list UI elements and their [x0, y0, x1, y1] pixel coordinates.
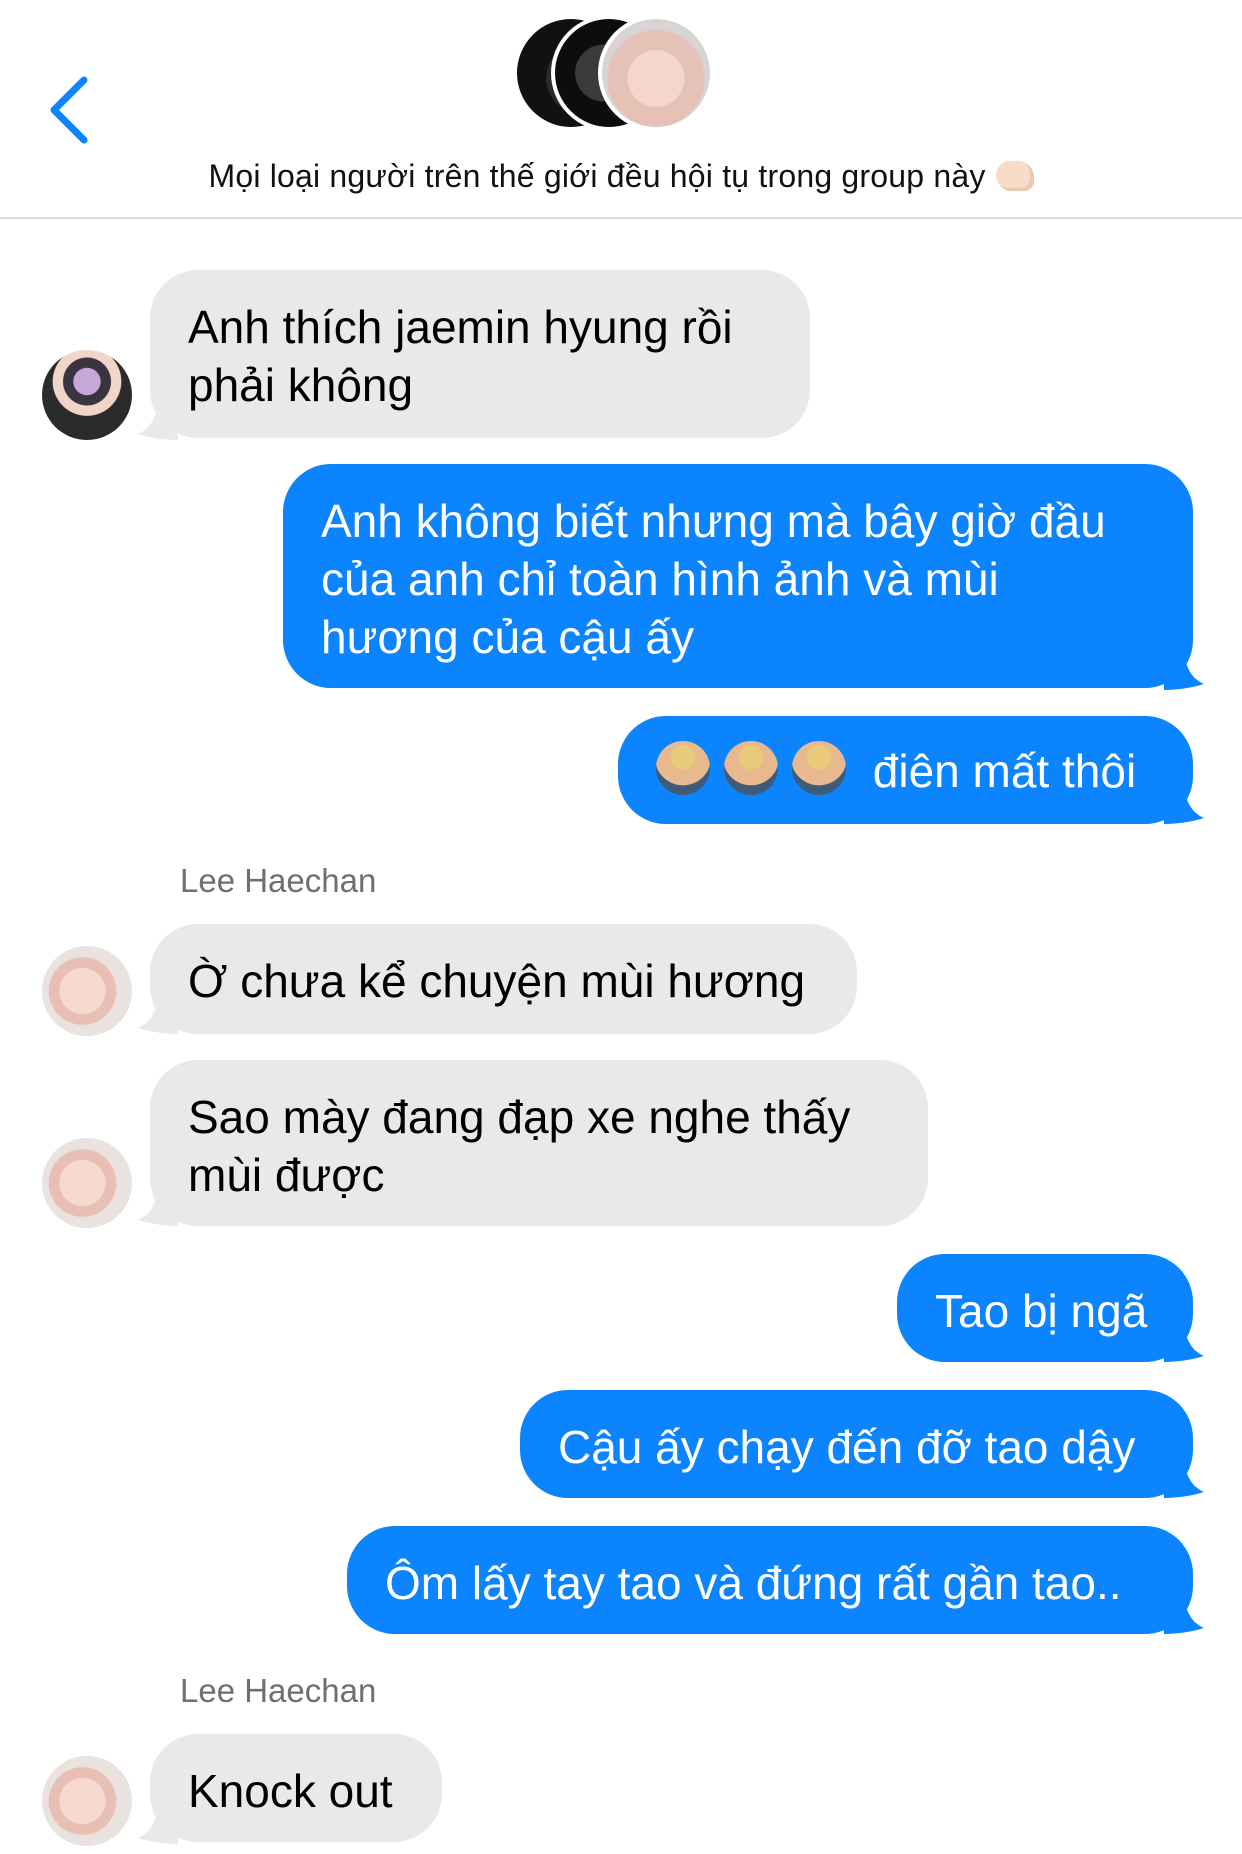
group-title-text: Mọi loại người trên thế giới đều hội tụ … — [208, 158, 986, 194]
message-text: Knock out — [188, 1765, 393, 1817]
message-text-line: Sao mày đang đạp xe nghe thấy — [188, 1091, 851, 1143]
sender-avatar[interactable] — [42, 350, 132, 440]
message-bubble-outgoing[interactable]: Cậu ấy chạy đến đỡ tao dậy — [520, 1390, 1193, 1498]
group-title[interactable]: Mọi loại người trên thế giới đều hội tụ … — [0, 158, 1242, 195]
message-text-line: Anh không biết nhưng mà bây giờ đầu — [321, 495, 1106, 547]
sender-name: Lee Haechan — [180, 1672, 377, 1709]
sender-avatar[interactable] — [42, 1756, 132, 1846]
sender-avatar[interactable] — [42, 1138, 132, 1228]
back-button[interactable] — [40, 70, 100, 150]
chevron-left-icon — [50, 76, 88, 144]
message-text-line: hương của cậu ấy — [321, 611, 694, 663]
group-avatar-stack[interactable] — [513, 15, 733, 135]
message-text-line: của anh chỉ toàn hình ảnh và mùi — [321, 553, 999, 605]
message-bubble-incoming[interactable]: Knock out — [150, 1734, 442, 1842]
message-text: Ôm lấy tay tao và đứng rất gần tao.. — [385, 1557, 1122, 1609]
message-text-line: Anh thích jaemin hyung rồi — [188, 301, 733, 353]
chat-header: Mọi loại người trên thế giới đều hội tụ … — [0, 0, 1242, 219]
message-bubble-outgoing[interactable]: Tao bị ngã — [897, 1254, 1193, 1362]
facepalm-icon — [792, 741, 846, 795]
avatar — [598, 15, 714, 131]
message-bubble-outgoing[interactable]: Ôm lấy tay tao và đứng rất gần tao.. — [347, 1526, 1193, 1634]
sender-avatar[interactable] — [42, 946, 132, 1036]
message-text: Cậu ấy chạy đến đỡ tao dậy — [558, 1421, 1136, 1473]
message-text-line: mùi được — [188, 1149, 385, 1201]
message-bubble-incoming[interactable]: Sao mày đang đạp xe nghe thấy mùi được — [150, 1060, 928, 1226]
message-text: điên mất thôi — [872, 745, 1137, 797]
message-bubble-outgoing[interactable]: Anh không biết nhưng mà bây giờ đầu của … — [283, 464, 1193, 688]
thumbs-up-icon — [995, 161, 1034, 191]
message-bubble-incoming[interactable]: Anh thích jaemin hyung rồi phải không — [150, 270, 810, 438]
message-bubble-outgoing[interactable]: điên mất thôi — [618, 716, 1193, 824]
message-text: Ờ chưa kể chuyện mùi hương — [188, 955, 806, 1007]
sender-name: Lee Haechan — [180, 862, 377, 899]
facepalm-icon — [656, 741, 710, 795]
message-text-line: phải không — [188, 359, 414, 411]
facepalm-icon — [724, 741, 778, 795]
message-text: Tao bị ngã — [935, 1285, 1148, 1337]
message-bubble-incoming[interactable]: Ờ chưa kể chuyện mùi hương — [150, 924, 857, 1034]
